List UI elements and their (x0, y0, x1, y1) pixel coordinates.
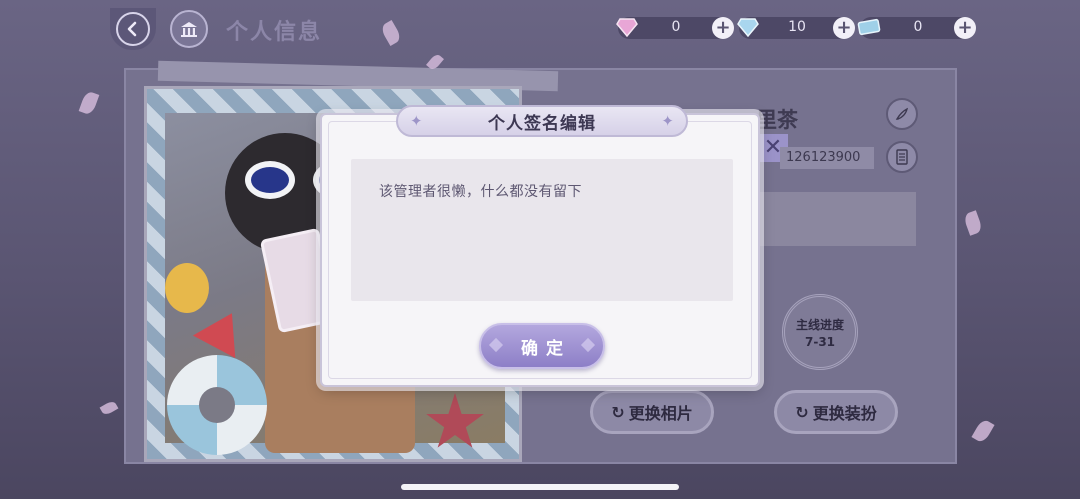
confirm-button[interactable]: 确定 (479, 323, 605, 369)
back-button[interactable] (110, 8, 156, 50)
refresh-icon: ↻ (611, 402, 625, 422)
building-icon (181, 22, 197, 37)
sparkle-icon: ✦ (661, 112, 674, 130)
swim-ring-icon (167, 355, 267, 455)
ticket-icon (856, 14, 882, 40)
pineapple-icon (165, 263, 209, 313)
signature-display[interactable] (760, 192, 916, 246)
add-currency-button[interactable]: + (712, 17, 734, 39)
document-icon (896, 149, 908, 165)
add-currency-button[interactable]: + (833, 17, 855, 39)
currency-ticket: 0 + (857, 17, 976, 39)
currency-pink-diamond: 0 + (616, 17, 734, 39)
add-currency-button[interactable]: + (954, 17, 976, 39)
watermelon-icon (192, 301, 254, 359)
sparkle-icon: ✦ (410, 112, 423, 130)
petal-decoration (99, 399, 119, 417)
top-bar: 个人信息 0 + 10 + 0 + (0, 0, 1080, 60)
confirm-label: 确定 (521, 338, 571, 359)
currency-value: 10 (788, 19, 806, 35)
dialog-title: 个人签名编辑 (488, 113, 596, 134)
currency-blue-diamond: 10 + (737, 17, 855, 39)
change-outfit-label: 更换装扮 (812, 404, 877, 423)
blue-diamond-icon (735, 14, 761, 40)
main-progress-badge: 主线进度 7-31 (782, 294, 858, 370)
change-outfit-button[interactable]: ↻ 更换装扮 (774, 390, 898, 434)
change-photo-button[interactable]: ↻ 更换相片 (590, 390, 714, 434)
starfish-icon (426, 393, 484, 448)
feather-icon (895, 107, 909, 120)
petal-decoration (971, 417, 995, 445)
back-arrow-icon (116, 12, 150, 46)
refresh-icon: ↻ (795, 402, 809, 422)
currency-value: 0 (913, 19, 923, 35)
edit-signature-button[interactable] (886, 98, 918, 130)
home-indicator[interactable] (401, 484, 679, 490)
page-title: 个人信息 (226, 20, 323, 45)
pink-diamond-icon (614, 14, 640, 40)
petal-decoration (78, 90, 100, 116)
signature-edit-dialog: ✦ 个人签名编辑 ✦ 该管理者很懒，什么都没有留下 确定 (320, 105, 760, 387)
dialog-header: ✦ 个人签名编辑 ✦ (396, 105, 688, 137)
signature-text: 该管理者很懒，什么都没有留下 (379, 184, 582, 200)
main-progress-value: 7-31 (804, 334, 836, 349)
main-progress-label: 主线进度 (795, 317, 844, 332)
copy-id-button[interactable] (886, 141, 918, 173)
home-button[interactable] (170, 10, 208, 48)
currency-value: 0 (671, 19, 681, 35)
change-photo-label: 更换相片 (628, 404, 693, 423)
petal-decoration (962, 210, 984, 236)
player-name: 里茶 (756, 108, 798, 132)
player-id: 126123900 (780, 147, 874, 169)
signature-input[interactable]: 该管理者很懒，什么都没有留下 (351, 159, 733, 301)
